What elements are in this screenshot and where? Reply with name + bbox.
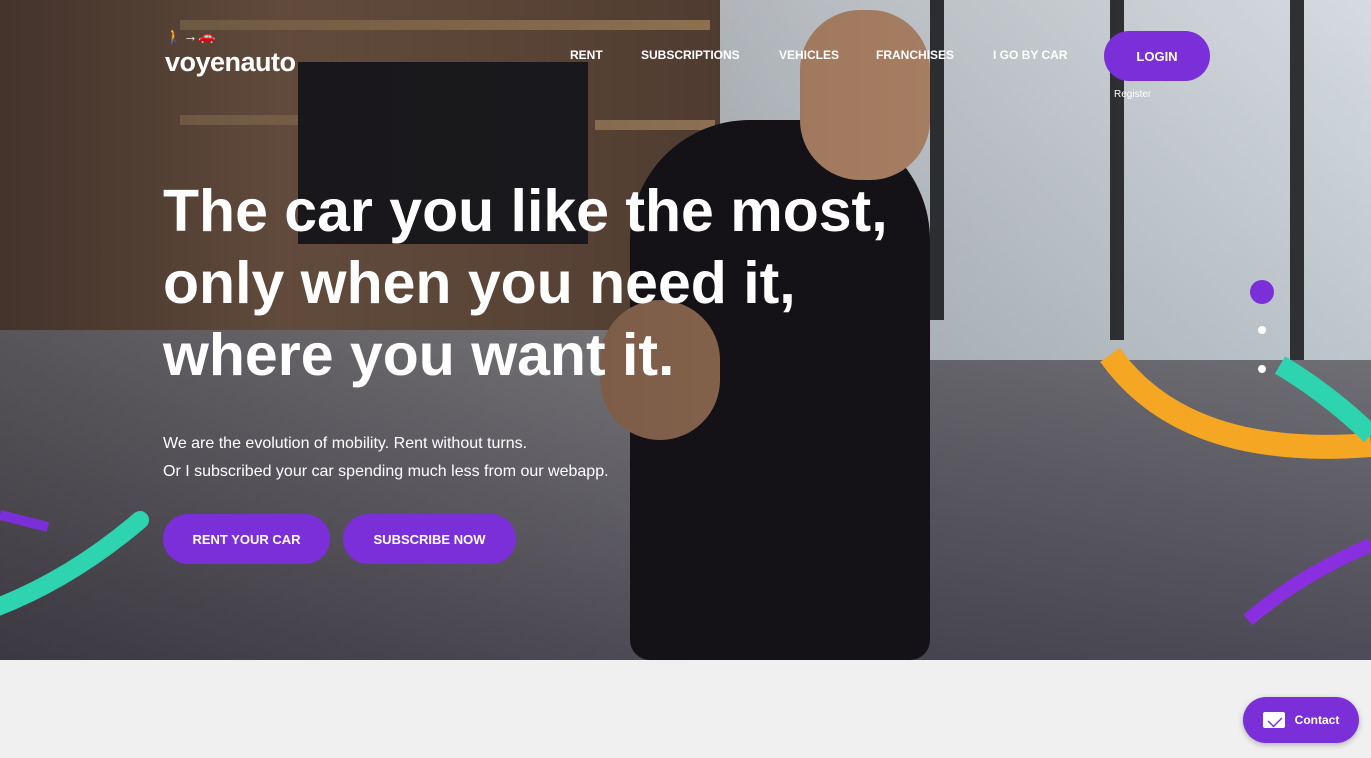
hero-section: 🚶→🚗 voyenauto RENT SUBSCRIPTIONS VEHICLE… — [0, 0, 1371, 660]
headline-line: only when you need it, — [163, 250, 796, 316]
carousel-dot[interactable] — [1258, 365, 1266, 373]
purple-swoosh-right — [1243, 538, 1371, 626]
contact-button[interactable]: Contact — [1243, 697, 1359, 743]
nav-item-i-go-by-car[interactable]: I GO BY CAR — [993, 48, 1067, 62]
login-button[interactable]: LOGIN — [1104, 31, 1210, 81]
rent-your-car-button[interactable]: RENT YOUR CAR — [163, 514, 330, 564]
teal-swoosh-right — [1274, 356, 1371, 443]
content-section — [0, 660, 1371, 758]
nav-item-subscriptions[interactable]: SUBSCRIPTIONS — [641, 48, 740, 62]
logo-mark-icon: 🚶→🚗 — [165, 28, 217, 44]
subtext-line: We are the evolution of mobility. Rent w… — [163, 435, 528, 452]
purple-swoosh-left — [0, 510, 50, 532]
logo-text: voyenauto — [165, 47, 296, 77]
subscribe-now-button[interactable]: SUBSCRIBE NOW — [343, 514, 516, 564]
logo[interactable]: 🚶→🚗 voyenauto — [165, 28, 296, 78]
headline-line: where you want it. — [163, 322, 675, 388]
contact-label: Contact — [1294, 713, 1340, 727]
nav-item-vehicles[interactable]: VEHICLES — [779, 48, 839, 62]
nav-item-franchises[interactable]: FRANCHISES — [876, 48, 954, 62]
hero-subtext: We are the evolution of mobility. Rent w… — [163, 430, 609, 486]
headline-line: The car you like the most, — [163, 178, 888, 244]
carousel-dot-active[interactable] — [1250, 280, 1274, 304]
hero-headline: The car you like the most, only when you… — [163, 175, 888, 391]
carousel-dot[interactable] — [1258, 326, 1266, 334]
nav-item-rent[interactable]: RENT — [570, 48, 603, 62]
register-link[interactable]: Register — [1114, 89, 1151, 100]
mail-icon — [1262, 712, 1285, 728]
subtext-line: Or I subscribed your car spending much l… — [163, 463, 609, 480]
